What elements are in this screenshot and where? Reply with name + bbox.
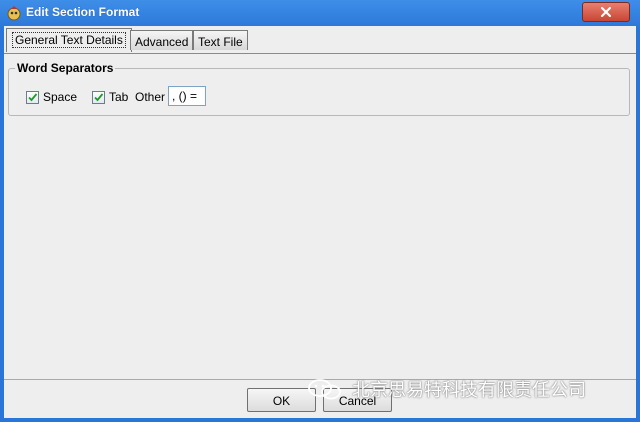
close-button[interactable] <box>582 2 630 22</box>
space-label[interactable]: Space <box>43 90 77 104</box>
tab-checkbox[interactable] <box>92 91 105 104</box>
other-separators-input[interactable]: , () = <box>168 86 206 106</box>
checkmark-icon <box>28 93 38 102</box>
app-icon <box>6 5 22 21</box>
dialog-body: General Text Details Advanced Text File … <box>4 26 636 418</box>
word-separators-group: Word Separators Space Tab Other , () = <box>8 61 630 116</box>
tab-label[interactable]: Tab <box>109 90 128 104</box>
tab-advanced[interactable]: Advanced <box>130 30 194 50</box>
close-icon <box>600 6 612 18</box>
wechat-icon <box>308 379 341 400</box>
tab-strip: General Text Details Advanced Text File <box>4 28 636 54</box>
watermark-text: 北京思易特科技有限责任公司 <box>352 380 586 400</box>
title-bar[interactable]: Edit Section Format <box>0 0 640 26</box>
tab-label: Advanced <box>135 35 189 49</box>
other-label: Other <box>135 90 166 104</box>
tab-text-file[interactable]: Text File <box>193 30 248 50</box>
tab-general-text-details[interactable]: General Text Details <box>6 28 132 52</box>
tab-label: Text File <box>198 35 243 49</box>
tab-label: General Text Details <box>12 32 126 48</box>
general-text-details-panel: Word Separators Space Tab Other , () = <box>8 60 632 118</box>
group-title: Word Separators <box>15 61 116 75</box>
window-title: Edit Section Format <box>26 5 140 19</box>
watermark: 北京思易特科技有限责任公司 <box>306 376 626 404</box>
tab-divider <box>4 53 636 54</box>
dialog-window: Edit Section Format General Text Details… <box>0 0 640 422</box>
checkmark-icon <box>94 93 104 102</box>
space-checkbox[interactable] <box>26 91 39 104</box>
